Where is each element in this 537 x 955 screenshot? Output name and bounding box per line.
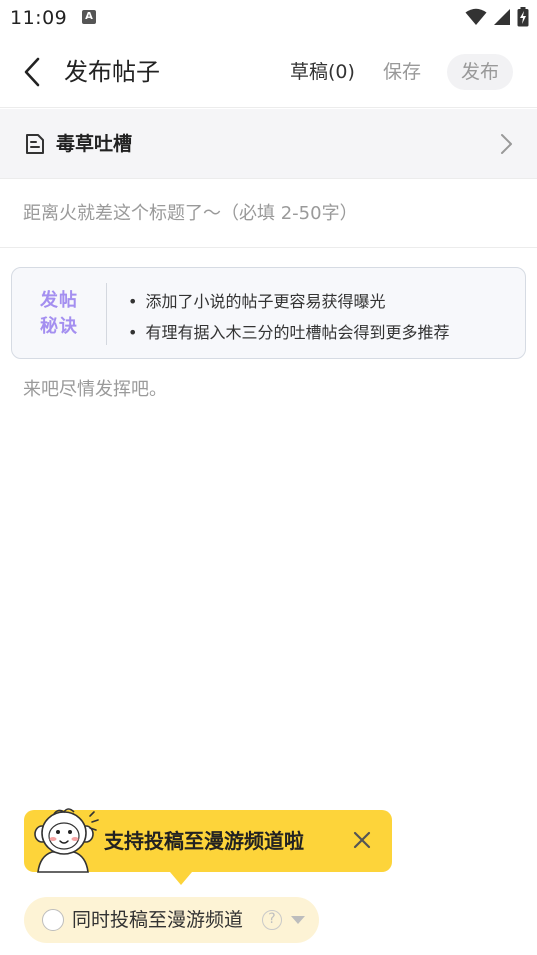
tips-divider: [106, 283, 107, 345]
publish-button[interactable]: 发布: [447, 54, 513, 90]
tips-badge-line2: 秘诀: [40, 316, 78, 337]
save-button[interactable]: 保存: [383, 58, 421, 86]
notification-a-icon: A: [82, 10, 96, 24]
document-icon: [26, 134, 44, 154]
tips-badge: 发帖 秘诀: [34, 288, 84, 340]
monkey-mascot-icon: [34, 808, 99, 873]
post-title-input[interactable]: [0, 180, 537, 248]
submit-to-channel-label: 同时投稿至漫游频道: [72, 909, 244, 931]
chevron-left-icon[interactable]: [18, 54, 46, 90]
status-bar: 11:09 A: [0, 0, 537, 36]
tips-badge-line1: 发帖: [40, 290, 78, 311]
submit-to-channel-toggle[interactable]: 同时投稿至漫游频道 ?: [24, 897, 319, 943]
promo-text: 支持投稿至漫游频道啦: [104, 829, 304, 853]
triangle-down-icon[interactable]: [291, 916, 305, 924]
app-header: 发布帖子 草稿(0) 保存 发布: [0, 36, 537, 108]
question-circle-icon[interactable]: ?: [262, 910, 282, 930]
chevron-right-icon: [501, 134, 512, 154]
drafts-button[interactable]: 草稿(0): [290, 58, 355, 86]
page-title: 发布帖子: [64, 58, 160, 86]
tip-item: 有理有据入木三分的吐槽帖会得到更多推荐: [128, 317, 449, 348]
promo-tooltip-pointer: [170, 872, 192, 885]
tip-item: 添加了小说的帖子更容易获得曝光: [128, 286, 449, 317]
posting-tips-card: 发帖 秘诀 添加了小说的帖子更容易获得曝光 有理有据入木三分的吐槽帖会得到更多推…: [11, 267, 526, 359]
close-icon[interactable]: [352, 830, 372, 850]
post-body-input[interactable]: [0, 372, 537, 772]
category-label: 毒草吐槽: [56, 133, 133, 155]
status-icons: [465, 7, 529, 27]
channel-promo-tooltip: 支持投稿至漫游频道啦: [24, 808, 392, 873]
battery-charging-icon: [517, 7, 529, 27]
category-selector[interactable]: 毒草吐槽: [0, 109, 537, 179]
channel-radio[interactable]: [42, 909, 64, 931]
status-time: 11:09: [10, 7, 68, 29]
tips-list: 添加了小说的帖子更容易获得曝光 有理有据入木三分的吐槽帖会得到更多推荐: [128, 286, 449, 348]
signal-icon: [494, 9, 510, 25]
wifi-icon: [465, 8, 487, 25]
